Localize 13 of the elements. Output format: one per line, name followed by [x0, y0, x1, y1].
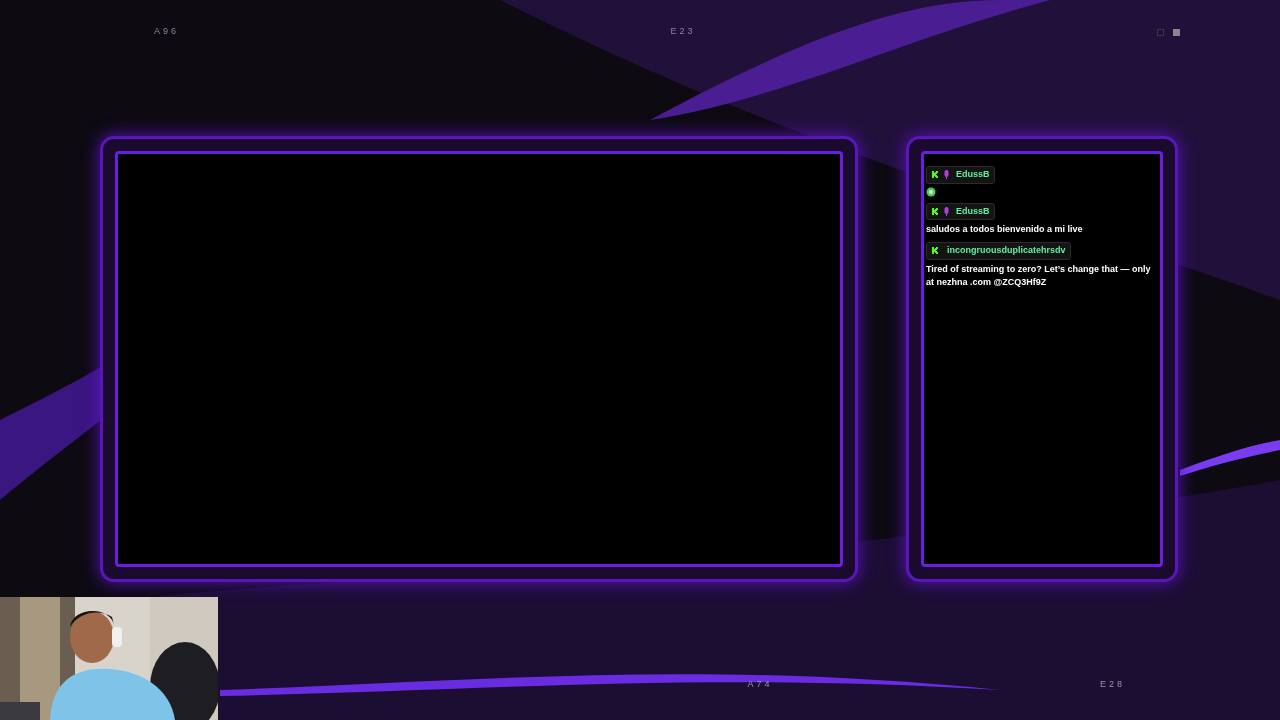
- chat-message: Tired of streaming to zero? Let’s change that — only at nezhna .com @ZCQ3Hf9Z: [926, 262, 1152, 289]
- k-badge-icon: [931, 206, 940, 216]
- k-badge-icon: [931, 170, 940, 180]
- chat-message: saludos a todos bienvenido a mi live: [926, 223, 1083, 236]
- emote-icon: [926, 186, 936, 197]
- k-badge-icon: [931, 246, 940, 256]
- corner-label: E28: [1100, 678, 1125, 692]
- username-tag[interactable]: incongruousduplicatehrsdv: [926, 242, 1071, 260]
- corner-label: A96: [154, 25, 179, 39]
- username-tag[interactable]: EdussB: [926, 202, 995, 220]
- corner-label: A74: [747, 678, 773, 692]
- corner-label: E23: [670, 25, 696, 39]
- username-tag[interactable]: EdussB: [926, 166, 995, 184]
